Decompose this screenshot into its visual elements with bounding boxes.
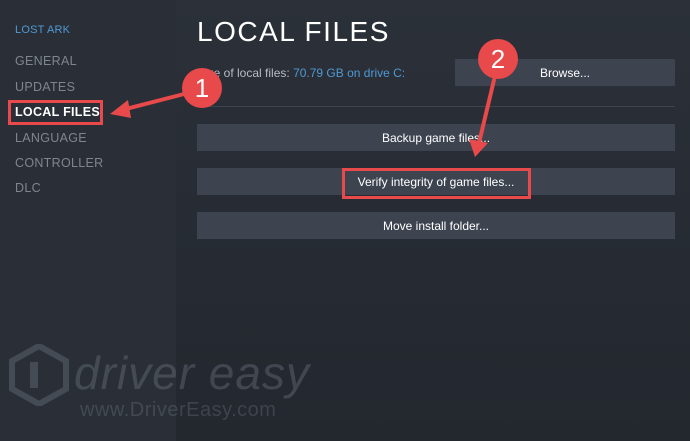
step-2-number: 2 [490, 44, 506, 74]
nav-item-controller[interactable]: CONTROLLER [15, 156, 103, 170]
step-1-badge: 1 [182, 68, 222, 108]
game-title: LOST ARK [15, 24, 71, 36]
backup-game-files-button[interactable]: Backup game files... [197, 124, 675, 151]
step-2-badge: 2 [478, 39, 518, 79]
watermark-name: driver easy [74, 347, 310, 399]
size-value-link[interactable]: 70.79 GB on drive C: [293, 66, 405, 80]
nav-item-dlc[interactable]: DLC [15, 181, 41, 195]
step-1-number: 1 [194, 73, 210, 103]
page-title: LOCAL FILES [197, 16, 390, 47]
move-install-folder-button[interactable]: Move install folder... [197, 212, 675, 239]
nav-item-general[interactable]: GENERAL [15, 54, 77, 68]
local-files-highlight [8, 100, 103, 125]
watermark-url: www.DriverEasy.com [80, 399, 277, 421]
nav-item-updates[interactable]: UPDATES [15, 80, 75, 94]
driver-easy-logo-icon [9, 344, 69, 406]
nav-item-language[interactable]: LANGUAGE [15, 131, 87, 145]
local-files-size: Size of local files: 70.79 GB on drive C… [197, 66, 405, 80]
verify-highlight [342, 168, 531, 199]
divider [197, 106, 675, 107]
